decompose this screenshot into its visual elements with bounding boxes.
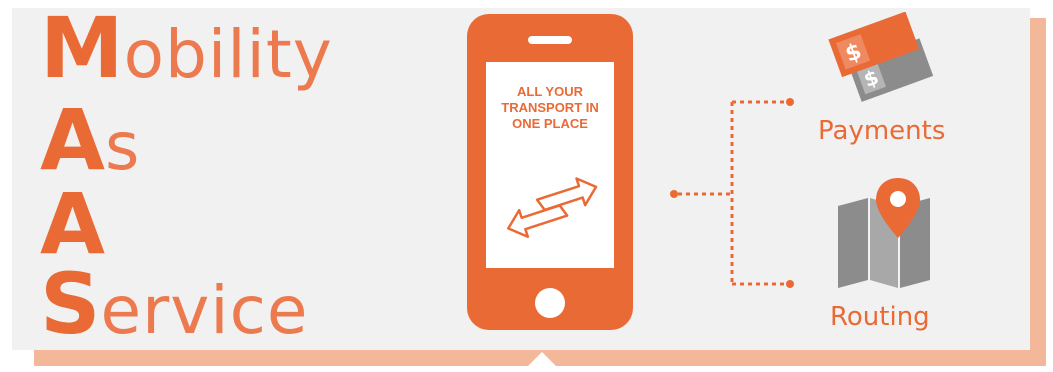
acronym-word-service: S ervice [40, 262, 309, 346]
acronym-letter-s: S [40, 255, 101, 353]
phone-home-button [535, 288, 565, 318]
acronym-letter-m: M [40, 0, 124, 97]
maas-infographic: M obility A s A S ervice ALL YOUR TRANSP… [0, 0, 1053, 372]
phone-speaker [528, 36, 572, 44]
money-icon: $ $ [828, 12, 934, 102]
acronym-word-a: A [40, 182, 105, 266]
dotted-connector [670, 98, 794, 288]
acronym-word-mobility: M obility [40, 6, 333, 90]
panel-notch [520, 352, 564, 372]
acronym-word-as: A s [40, 98, 140, 182]
exchange-arrows-icon [507, 177, 598, 239]
phone-screen: ALL YOUR TRANSPORT IN ONE PLACE [486, 62, 614, 268]
smartphone-icon: ALL YOUR TRANSPORT IN ONE PLACE [467, 14, 633, 330]
acronym-rest-mobility: obility [123, 16, 333, 93]
acronym-letter-a-second: A [40, 175, 106, 273]
phone-screen-text: ALL YOUR TRANSPORT IN ONE PLACE [486, 84, 614, 132]
map-pin-icon [838, 178, 930, 288]
routing-label: Routing [830, 302, 930, 332]
panel-shadow-right [1030, 18, 1046, 358]
screen-line-3: ONE PLACE [512, 116, 588, 131]
payments-label: Payments [818, 116, 946, 146]
acronym-rest-as: s [105, 108, 141, 185]
screen-line-2: TRANSPORT IN [501, 100, 599, 115]
acronym-rest-service: ervice [100, 272, 309, 349]
screen-line-1: ALL YOUR [517, 84, 583, 99]
acronym-letter-a-first: A [40, 91, 106, 189]
